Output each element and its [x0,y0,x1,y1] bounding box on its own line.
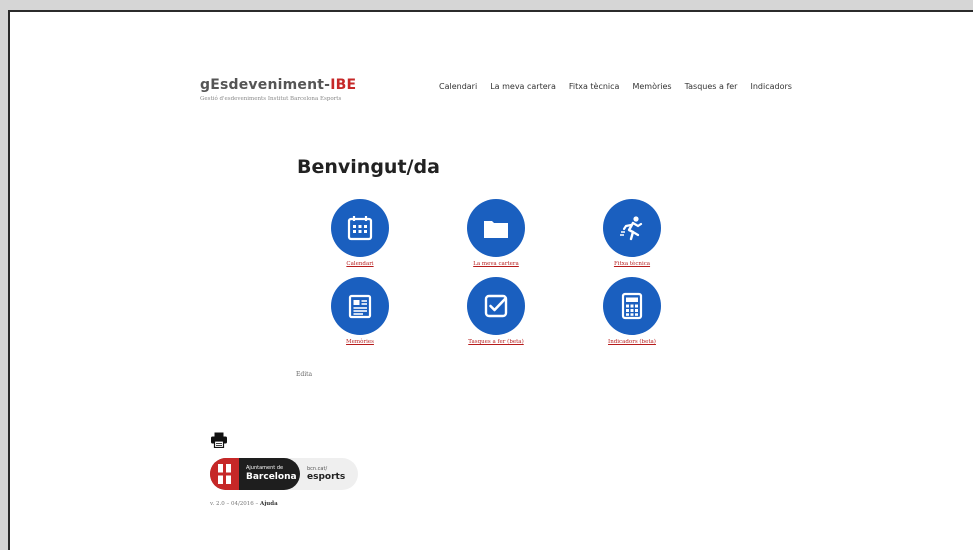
tile-label[interactable]: Calendari [300,261,420,267]
printer-icon[interactable] [210,432,228,449]
nav-tasques-a-fer[interactable]: Tasques a fer [685,82,738,91]
tile-label[interactable]: Tasques a fer (beta) [436,339,556,345]
help-link[interactable]: Ajuda [260,501,278,507]
tile-la-meva-cartera[interactable]: La meva cartera [436,199,556,267]
version-text: v. 2.0 – 04/2016 – [210,501,261,507]
main-nav: Calendari La meva cartera Fitxa tècnica … [439,82,805,91]
checkbox-icon[interactable] [467,277,525,335]
tile-memories[interactable]: Memòries [300,277,420,345]
nav-calendari[interactable]: Calendari [439,82,477,91]
tile-label[interactable]: Fitxa tècnica [572,261,692,267]
page-title: Benvingut/da [297,156,440,178]
tile-fitxa-tecnica[interactable]: Fitxa tècnica [572,199,692,267]
nav-indicadors[interactable]: Indicadors [750,82,791,91]
folder-icon[interactable] [467,199,525,257]
badge-line1: Ajuntament de [246,465,284,471]
tile-label[interactable]: Memòries [300,339,420,345]
tile-tasques-a-fer[interactable]: Tasques a fer (beta) [436,277,556,345]
badge-line2: Barcelona [246,472,297,482]
ajuntament-barcelona-badge[interactable]: Ajuntament de Barcelona bcn.cat/ esports [210,458,358,490]
site-logo[interactable]: gEsdeveniment-IBE Gestió d'esdeveniments… [200,77,356,102]
calculator-icon[interactable] [603,277,661,335]
footer-version: v. 2.0 – 04/2016 – Ajuda [210,501,278,507]
tile-label[interactable]: La meva cartera [436,261,556,267]
logo-title: gEsdeveniment-IBE [200,77,357,93]
tile-indicadors[interactable]: Indicadors (beta) [572,277,692,345]
tile-label[interactable]: Indicadors (beta) [572,339,692,345]
barcelona-shield-icon [210,458,239,490]
runner-icon[interactable] [603,199,661,257]
edit-link[interactable]: Edita [296,371,312,378]
nav-memories[interactable]: Memòries [632,82,671,91]
logo-subtitle: Gestió d'esdeveniments Institut Barcelon… [200,96,342,102]
badge-line4: esports [307,472,346,482]
nav-fitxa-tecnica[interactable]: Fitxa tècnica [569,82,620,91]
tile-calendari[interactable]: Calendari [300,199,420,267]
calendar-icon[interactable] [331,199,389,257]
nav-la-meva-cartera[interactable]: La meva cartera [490,82,556,91]
newspaper-icon[interactable] [331,277,389,335]
